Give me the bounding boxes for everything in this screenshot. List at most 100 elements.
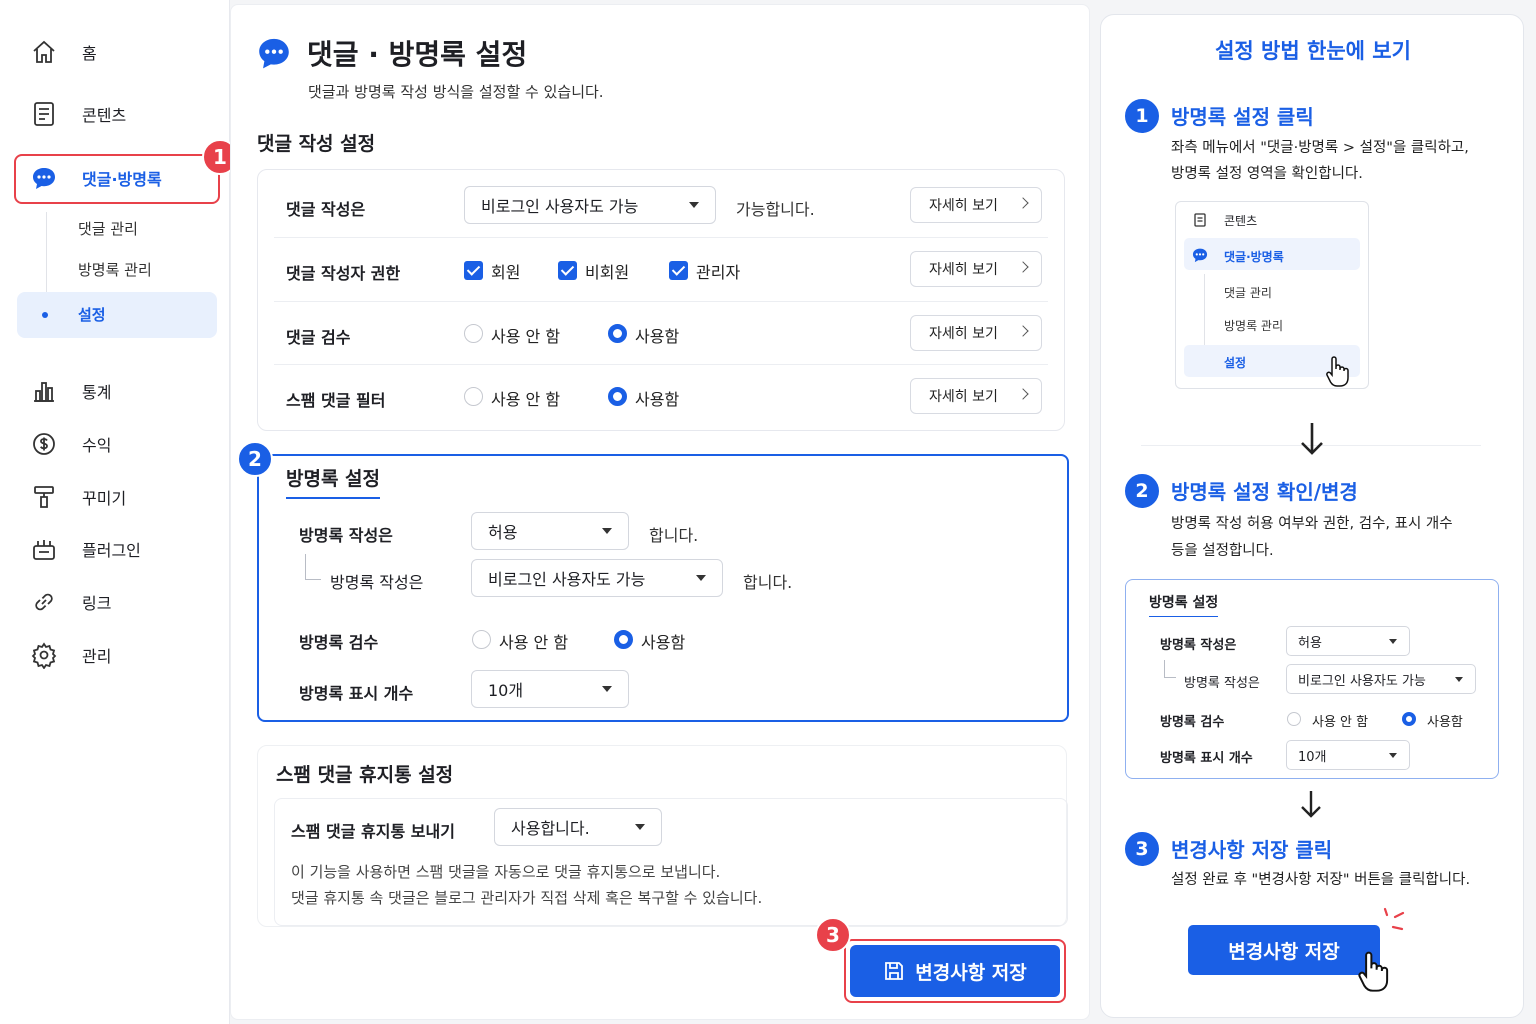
guestbook-settings-card: 방명록 설정 방명록 작성은 허용 합니다. 방명록 작성은 비로그인 사용자도…	[257, 454, 1069, 722]
radio-label: 사용함	[1427, 715, 1463, 730]
spam-description: 댓글 휴지통 속 댓글은 블로그 관리자가 직접 삭제 혹은 복구할 수 있습니…	[291, 889, 763, 907]
select-value: 비로그인 사용자도 가능	[481, 197, 639, 216]
more-label: 자세히 보기	[929, 262, 998, 278]
chat-bubble-icon	[1192, 248, 1208, 263]
chevron-right-icon	[1017, 261, 1029, 273]
chat-bubble-icon	[33, 168, 55, 189]
checkbox-label: 관리자	[696, 263, 741, 282]
document-icon	[1194, 213, 1206, 227]
spam-section-title: 스팸 댓글 휴지통 설정	[276, 764, 454, 786]
link-icon	[35, 593, 53, 611]
guide-step-text: 방명록 작성 허용 여부와 권한, 검수, 표시 개수	[1171, 516, 1453, 532]
row-label: 스팸 댓글 휴지통 보내기	[291, 822, 455, 841]
guide-step-text: 설정 완료 후 "변경사항 저장" 버튼을 클릭합니다.	[1171, 872, 1471, 888]
save-button[interactable]: 변경사항 저장	[850, 945, 1060, 997]
sidebar-item-label: 홈	[82, 44, 97, 63]
radio-on[interactable]	[608, 324, 627, 343]
radio-on[interactable]	[614, 630, 633, 649]
sidebar-item-label: 플러그인	[82, 541, 141, 560]
document-icon	[34, 102, 54, 126]
sidebar-item-label: 콘텐츠	[82, 106, 127, 125]
radio-label: 사용 안 함	[491, 327, 561, 346]
radio-off[interactable]	[464, 387, 483, 406]
guestbook-sub-write-select[interactable]: 비로그인 사용자도 가능	[471, 559, 723, 597]
gear-icon	[31, 642, 57, 669]
checkbox-member[interactable]	[464, 261, 483, 280]
sidebar-item-label: 수익	[82, 436, 112, 455]
chevron-right-icon	[1017, 325, 1029, 337]
sidebar-item-content[interactable]: 콘텐츠	[30, 100, 126, 128]
guestbook-write-select[interactable]: 허용	[471, 512, 629, 550]
caret-down-icon	[602, 686, 612, 692]
row-label: 방명록 작성은	[330, 573, 424, 592]
row-label: 방명록 표시 개수	[299, 684, 414, 703]
sidebar-subitem-comment-manage[interactable]: 댓글 관리	[78, 218, 138, 239]
save-label: 변경사항 저장	[1228, 940, 1340, 963]
radio-off[interactable]	[464, 324, 483, 343]
select-value: 비로그인 사용자도 가능	[1298, 673, 1426, 689]
radio-label: 사용 안 함	[491, 390, 561, 409]
row-suffix: 가능합니다.	[736, 200, 815, 219]
caret-down-icon	[635, 824, 645, 830]
step-badge-3: 3	[815, 917, 851, 953]
guestbook-count-select[interactable]: 10개	[471, 670, 629, 708]
sidebar-subitem-guestbook-manage[interactable]: 방명록 관리	[78, 259, 152, 280]
comment-write-select[interactable]: 비로그인 사용자도 가능	[464, 186, 716, 224]
checkbox-nonmember[interactable]	[558, 261, 577, 280]
spam-trash-select[interactable]: 사용합니다.	[494, 808, 662, 846]
sidebar-item-label: 관리	[82, 647, 112, 666]
mini-form-label: 방명록 작성은	[1184, 676, 1260, 691]
checkbox-admin[interactable]	[669, 261, 688, 280]
mini-menu-item: 방명록 관리	[1224, 319, 1284, 333]
sidebar-item-plugin[interactable]: 플러그인	[30, 535, 141, 563]
mini-form-title: 방명록 설정	[1149, 592, 1219, 617]
chevron-right-icon	[1017, 197, 1029, 209]
mini-menu-item: 댓글·방명록	[1224, 250, 1284, 264]
row-label: 댓글 작성은	[286, 200, 366, 219]
caret-down-icon	[1389, 753, 1397, 758]
sidebar-item-manage[interactable]: 관리	[30, 641, 111, 669]
bar-chart-icon	[34, 382, 54, 402]
more-button[interactable]: 자세히 보기	[910, 315, 1042, 351]
more-button[interactable]: 자세히 보기	[910, 187, 1042, 223]
more-button[interactable]: 자세히 보기	[910, 251, 1042, 287]
sidebar-subitem-settings[interactable]: 설정	[78, 304, 106, 325]
sidebar-item-home[interactable]: 홈	[30, 38, 97, 66]
more-label: 자세히 보기	[929, 326, 998, 342]
radio-off[interactable]	[472, 630, 491, 649]
sidebar-item-comments[interactable]: 댓글·방명록	[30, 164, 162, 192]
step-badge-2: 2	[237, 441, 273, 477]
plugin-icon	[33, 540, 55, 560]
sidebar-item-link[interactable]: 링크	[30, 588, 111, 616]
arrow-down-icon	[1301, 423, 1323, 455]
sidebar-item-customize[interactable]: 꾸미기	[30, 483, 126, 511]
checkbox-label: 비회원	[585, 263, 630, 282]
click-spark-icon	[1383, 907, 1405, 931]
select-value: 10개	[1298, 749, 1327, 765]
radio-label: 사용함	[635, 327, 680, 346]
radio-on	[1402, 712, 1416, 726]
sidebar-item-stats[interactable]: 통계	[30, 377, 111, 405]
mini-form-label: 방명록 검수	[1160, 715, 1225, 730]
caret-down-icon	[1455, 677, 1463, 682]
sidebar-item-label: 꾸미기	[82, 489, 127, 508]
select-value: 허용	[1298, 635, 1322, 651]
radio-on[interactable]	[608, 387, 627, 406]
hand-cursor-icon	[1326, 356, 1349, 387]
row-suffix: 합니다.	[649, 526, 699, 545]
comment-section-title: 댓글 작성 설정	[257, 133, 376, 155]
select-value: 10개	[488, 681, 524, 700]
sidebar-item-revenue[interactable]: 수익	[30, 430, 111, 458]
active-dot	[42, 312, 48, 318]
caret-down-icon	[696, 575, 706, 581]
radio-label: 사용 안 함	[499, 633, 569, 652]
row-suffix: 합니다.	[743, 573, 793, 592]
mini-form-label: 방명록 작성은	[1160, 638, 1237, 653]
more-button[interactable]: 자세히 보기	[910, 378, 1042, 414]
tree-connector	[1164, 660, 1176, 678]
sidebar-item-label: 댓글·방명록	[82, 170, 162, 189]
home-icon	[33, 40, 55, 63]
mini-write-select: 허용	[1286, 626, 1410, 656]
guide-step-2-badge: 2	[1123, 472, 1161, 510]
guide-step-title: 방명록 설정 클릭	[1171, 105, 1314, 129]
